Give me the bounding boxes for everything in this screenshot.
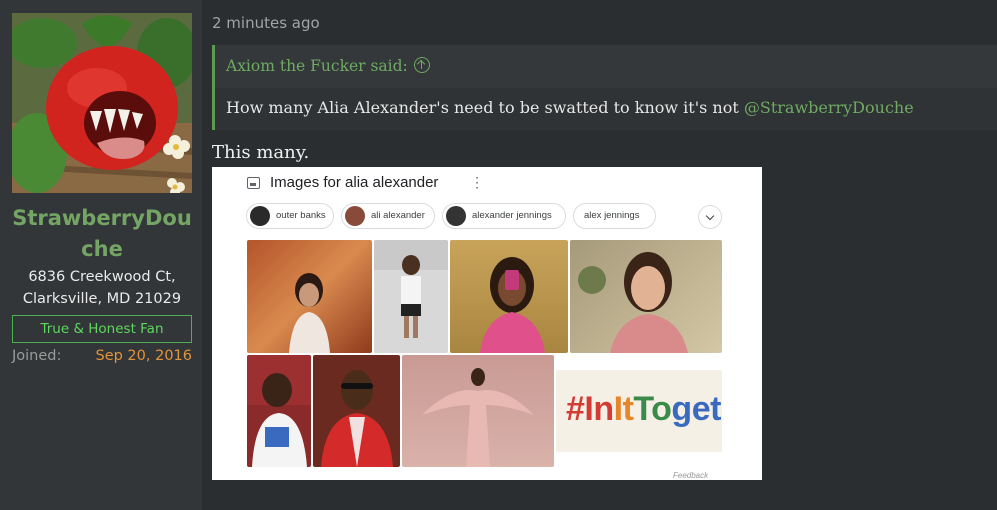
chip-ali-alexander: ali alexander bbox=[341, 203, 435, 229]
joined-label: Joined: bbox=[12, 348, 62, 364]
embedded-image-search-screenshot[interactable]: Images for alia alexander ⋮ outer banks … bbox=[212, 167, 762, 480]
chip-outer-banks: outer banks bbox=[246, 203, 334, 229]
chip-thumbnail bbox=[345, 206, 365, 226]
hashtag-text: #InItToget bbox=[566, 390, 721, 428]
person-photo bbox=[289, 273, 330, 353]
more-vert-icon: ⋮ bbox=[470, 174, 484, 190]
result-image: #InItToget bbox=[556, 370, 722, 452]
chip-thumbnail bbox=[446, 206, 466, 226]
user-address: 6836 Creekwood Ct, Clarksville, MD 21029 bbox=[12, 266, 192, 310]
quote-header[interactable]: Axiom the Fucker said: bbox=[215, 45, 997, 88]
quote-block: Axiom the Fucker said: How many Alia Ale… bbox=[212, 45, 997, 130]
post-body: This many. bbox=[212, 142, 310, 163]
result-image bbox=[374, 240, 448, 353]
result-image bbox=[450, 240, 568, 353]
quote-text: How many Alia Alexander's need to be swa… bbox=[226, 98, 744, 117]
result-image bbox=[247, 240, 372, 353]
user-sidebar: StrawberryDouche 6836 Creekwood Ct, Clar… bbox=[0, 0, 202, 510]
chip-label: ali alexander bbox=[371, 210, 425, 221]
chip-alexander-jennings: alexander jennings bbox=[442, 203, 566, 229]
person-photo bbox=[374, 240, 448, 338]
result-image bbox=[313, 355, 400, 467]
arrow-up-circle-icon[interactable] bbox=[413, 57, 430, 73]
hashtag-tail: get bbox=[671, 390, 721, 428]
chip-label: alex jennings bbox=[584, 210, 640, 221]
quote-author[interactable]: Axiom the Fucker said: bbox=[226, 57, 408, 75]
user-banner: True & Honest Fan bbox=[12, 315, 192, 343]
result-image bbox=[247, 355, 311, 467]
post-content: 2 minutes ago Axiom the Fucker said: How… bbox=[202, 0, 997, 510]
quote-body: How many Alia Alexander's need to be swa… bbox=[215, 88, 997, 130]
quote-mention[interactable]: @StrawberryDouche bbox=[744, 98, 914, 117]
person-photo bbox=[578, 252, 688, 353]
chevron-down-icon bbox=[698, 205, 722, 229]
person-photo bbox=[480, 257, 545, 353]
post-timestamp[interactable]: 2 minutes ago bbox=[212, 14, 320, 32]
chip-thumbnail bbox=[250, 206, 270, 226]
image-search-title: Images for alia alexander bbox=[270, 174, 439, 191]
strawberry-monster-avatar-image bbox=[12, 13, 192, 193]
username[interactable]: StrawberryDouche bbox=[12, 203, 192, 265]
chip-label: alexander jennings bbox=[472, 210, 552, 221]
image-icon bbox=[247, 177, 260, 189]
user-avatar[interactable] bbox=[12, 13, 192, 193]
person-photo bbox=[247, 355, 311, 467]
person-photo bbox=[422, 368, 534, 467]
chip-alex-jennings: alex jennings bbox=[573, 203, 656, 229]
joined-date: Sep 20, 2016 bbox=[95, 348, 192, 364]
result-image bbox=[402, 355, 554, 467]
address-line-1: 6836 Creekwood Ct, bbox=[28, 269, 176, 285]
chip-label: outer banks bbox=[276, 210, 326, 221]
address-line-2: Clarksville, MD 21029 bbox=[22, 291, 182, 307]
feedback-link: Feedback bbox=[673, 471, 709, 480]
result-image bbox=[570, 240, 722, 353]
person-photo bbox=[321, 370, 393, 467]
